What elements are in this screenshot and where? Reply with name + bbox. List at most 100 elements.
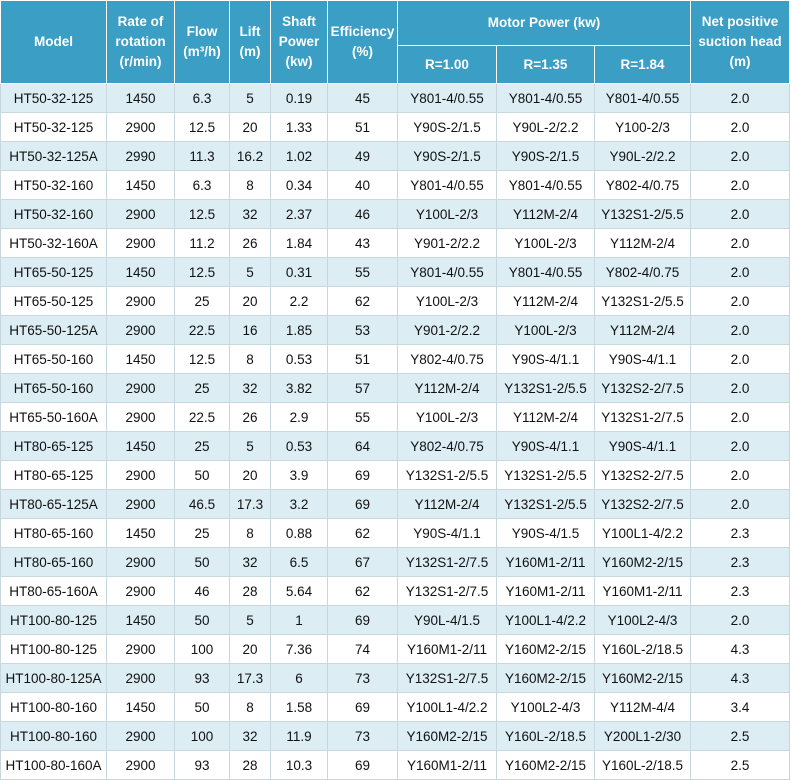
table-row: HT100-80-160 1450 50 8 1.58 69 Y100L1-4/2.2 Y10… <box>0 692 791 722</box>
flow-cell: 25 <box>174 431 230 461</box>
shaft-power-cell: 1 <box>270 605 328 635</box>
rotation-cell: 2900 <box>106 315 175 345</box>
rotation-cell: 2900 <box>106 199 175 229</box>
model-cell: HT80-65-125 <box>0 431 107 461</box>
motor-r184-cell: Y100L1-4/2.2 <box>593 518 692 548</box>
flow-cell: 50 <box>174 692 230 722</box>
efficiency-cell: 67 <box>327 547 398 577</box>
lift-cell: 5 <box>229 431 271 461</box>
motor-r100-cell: Y132S1-2/7.5 <box>397 547 497 577</box>
rotation-cell: 1450 <box>106 605 175 635</box>
motor-r184-cell: Y132S1-2/5.5 <box>593 286 692 316</box>
model-cell: HT80-65-160 <box>0 547 107 577</box>
shaft-power-cell: 1.84 <box>270 228 328 258</box>
motor-r184-cell: Y112M-2/4 <box>593 315 692 345</box>
table-row: HT50-32-125 2900 12.5 20 1.33 51 Y90S-2/1.5 Y90… <box>0 112 791 142</box>
rotation-cell: 2900 <box>106 489 175 519</box>
npsh-cell: 2.0 <box>690 431 791 461</box>
efficiency-cell: 74 <box>327 634 398 664</box>
lift-cell: 8 <box>229 692 271 722</box>
model-cell: HT100-80-160 <box>0 721 107 751</box>
lift-cell: 5 <box>229 83 271 113</box>
motor-r135-cell: Y112M-2/4 <box>496 286 595 316</box>
efficiency-cell: 64 <box>327 431 398 461</box>
rotation-cell: 2900 <box>106 460 175 490</box>
lift-cell: 8 <box>229 344 271 374</box>
npsh-cell: 2.0 <box>690 315 791 345</box>
model-cell: HT50-32-125A <box>0 141 107 171</box>
table-row: HT65-50-160A 2900 22.5 26 2.9 55 Y100L-2/3 Y112… <box>0 402 791 432</box>
npsh-cell: 4.3 <box>690 634 791 664</box>
flow-cell: 93 <box>174 750 230 780</box>
flow-cell: 93 <box>174 663 230 693</box>
motor-r100-cell: Y90S-4/1.1 <box>397 518 497 548</box>
motor-r100-cell: Y100L1-4/2.2 <box>397 692 497 722</box>
efficiency-cell: 69 <box>327 692 398 722</box>
lift-cell: 17.3 <box>229 489 271 519</box>
rotation-cell: 2900 <box>106 228 175 258</box>
lift-cell: 16 <box>229 315 271 345</box>
table-row: HT100-80-125 1450 50 5 1 69 Y90L-4/1.5 Y100L1-4… <box>0 605 791 635</box>
motor-r184-cell: Y112M-4/4 <box>593 692 692 722</box>
header-r100: R=1.00 <box>397 45 497 84</box>
npsh-cell: 2.0 <box>690 344 791 374</box>
shaft-power-cell: 3.2 <box>270 489 328 519</box>
rotation-cell: 1450 <box>106 692 175 722</box>
table-row: HT80-65-160A 2900 46 28 5.64 62 Y132S1-2/7.5 Y1… <box>0 576 791 606</box>
model-cell: HT80-65-160 <box>0 518 107 548</box>
motor-r184-cell: Y160L-2/18.5 <box>593 750 692 780</box>
motor-r184-cell: Y90L-2/2.2 <box>593 141 692 171</box>
lift-cell: 8 <box>229 170 271 200</box>
header-lift: Lift (m) <box>229 0 271 84</box>
shaft-power-cell: 1.02 <box>270 141 328 171</box>
flow-cell: 22.5 <box>174 315 230 345</box>
flow-cell: 11.2 <box>174 228 230 258</box>
motor-r100-cell: Y801-4/0.55 <box>397 83 497 113</box>
lift-cell: 8 <box>229 518 271 548</box>
header-efficiency: Efficiency (%) <box>327 0 398 84</box>
npsh-cell: 2.0 <box>690 257 791 287</box>
motor-r100-cell: Y90S-2/1.5 <box>397 141 497 171</box>
table-row: HT65-50-160 2900 25 32 3.82 57 Y112M-2/4 Y132S1… <box>0 373 791 403</box>
motor-r184-cell: Y802-4/0.75 <box>593 170 692 200</box>
motor-r100-cell: Y160M2-2/15 <box>397 721 497 751</box>
model-cell: HT50-32-125 <box>0 83 107 113</box>
efficiency-cell: 45 <box>327 83 398 113</box>
table-row: HT65-50-160 1450 12.5 8 0.53 51 Y802-4/0.75 Y90… <box>0 344 791 374</box>
efficiency-cell: 43 <box>327 228 398 258</box>
lift-cell: 32 <box>229 199 271 229</box>
motor-r135-cell: Y132S1-2/5.5 <box>496 460 595 490</box>
lift-cell: 28 <box>229 750 271 780</box>
npsh-cell: 2.0 <box>690 228 791 258</box>
model-cell: HT65-50-160A <box>0 402 107 432</box>
motor-r184-cell: Y801-4/0.55 <box>593 83 692 113</box>
model-cell: HT65-50-125 <box>0 286 107 316</box>
flow-cell: 50 <box>174 605 230 635</box>
motor-r100-cell: Y802-4/0.75 <box>397 344 497 374</box>
efficiency-cell: 62 <box>327 286 398 316</box>
motor-r135-cell: Y801-4/0.55 <box>496 170 595 200</box>
efficiency-cell: 62 <box>327 518 398 548</box>
table-row: HT50-32-160 2900 12.5 32 2.37 46 Y100L-2/3 Y112… <box>0 199 791 229</box>
motor-r100-cell: Y801-4/0.55 <box>397 170 497 200</box>
model-cell: HT50-32-160 <box>0 199 107 229</box>
shaft-power-cell: 7.36 <box>270 634 328 664</box>
npsh-cell: 2.0 <box>690 170 791 200</box>
model-cell: HT65-50-125A <box>0 315 107 345</box>
lift-cell: 17.3 <box>229 663 271 693</box>
table-row: HT80-65-125 1450 25 5 0.53 64 Y802-4/0.75 Y90S-… <box>0 431 791 461</box>
motor-r100-cell: Y132S1-2/7.5 <box>397 663 497 693</box>
model-cell: HT50-32-160A <box>0 228 107 258</box>
header-shaft-power: Shaft Power (kw) <box>270 0 328 84</box>
model-cell: HT65-50-160 <box>0 373 107 403</box>
model-cell: HT65-50-160 <box>0 344 107 374</box>
table-row: HT100-80-125 2900 100 20 7.36 74 Y160M1-2/11 Y1… <box>0 634 791 664</box>
motor-r184-cell: Y132S1-2/7.5 <box>593 402 692 432</box>
shaft-power-cell: 1.58 <box>270 692 328 722</box>
motor-r135-cell: Y160M1-2/11 <box>496 576 595 606</box>
flow-cell: 46.5 <box>174 489 230 519</box>
rotation-cell: 1450 <box>106 518 175 548</box>
rotation-cell: 1450 <box>106 83 175 113</box>
motor-r100-cell: Y90S-2/1.5 <box>397 112 497 142</box>
shaft-power-cell: 5.64 <box>270 576 328 606</box>
